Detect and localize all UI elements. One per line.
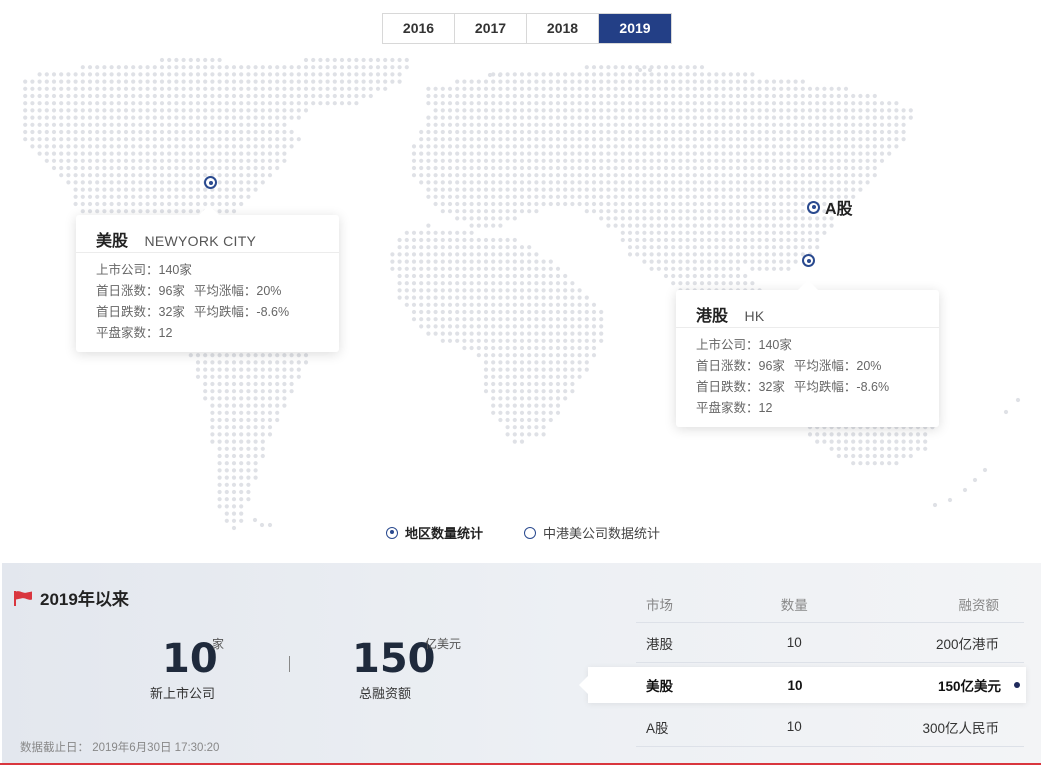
col-count: 数量 — [780, 597, 808, 613]
a-share-label: A股 — [825, 201, 853, 218]
selected-dot-icon — [1014, 682, 1020, 688]
hk-market-tooltip: 港股 HK 上市公司：140家 首日涨数：96家 平均涨幅：20% 首日跌数：32… — [676, 280, 939, 427]
year-tab-2016[interactable]: 2016 — [383, 14, 455, 43]
new-york-marker[interactable] — [204, 176, 217, 189]
data-cutoff-value: 2019年6月30日 17:30:20 — [92, 742, 220, 754]
new-listings-count: 10 — [162, 636, 218, 682]
tooltip-rise-avg: 平均涨幅：20% — [193, 284, 282, 298]
tooltip-body: 上市公司：140家 首日涨数：96家 平均涨幅：20% 首日跌数：32家 平均跌幅：… — [676, 328, 939, 427]
total-financing-caption: 总融资额 — [359, 686, 412, 701]
table-row-a-share[interactable]: A股 10 300亿人民币 — [636, 707, 1024, 747]
hong-kong-marker[interactable] — [802, 254, 815, 267]
tooltip-title: 美股 — [96, 233, 129, 250]
tooltip-city: HK — [744, 308, 765, 324]
radio-unchecked-icon — [524, 526, 536, 539]
market-table: 市场 数量 融资额 港股 10 200亿港币 美股 10 150亿美元 A股 1… — [579, 585, 1026, 747]
tooltip-body: 上市公司：140家 首日涨数：96家 平均涨幅：20% 首日跌数：32家 平均跌幅：… — [76, 253, 339, 352]
tooltip-listed: 上市公司：140家 — [96, 263, 192, 277]
flag-icon — [14, 590, 32, 606]
cell-market: A股 — [646, 720, 669, 736]
a-share-marker[interactable]: A股 — [807, 195, 853, 219]
legend-company-stats[interactable]: 中港美公司数据统计 — [524, 523, 660, 542]
radio-checked-icon — [386, 526, 398, 539]
tooltip-fall-avg: 平均跌幅：-8.6% — [793, 380, 890, 394]
new-listings-unit: 家 — [212, 637, 225, 651]
tooltip-fall-count: 首日跌数：32家 — [96, 305, 185, 319]
a-share-marker-icon — [807, 200, 820, 214]
cell-market: 港股 — [646, 636, 673, 652]
legend-company-label: 中港美公司数据统计 — [543, 526, 661, 541]
legend-region-stats[interactable]: 地区数量统计 — [386, 523, 483, 542]
tooltip-rise-avg: 平均涨幅：20% — [793, 359, 882, 373]
year-tab-2019[interactable]: 2019 — [599, 14, 671, 43]
table-header: 市场 数量 融资额 — [636, 585, 1024, 623]
tooltip-rise-count: 首日涨数：96家 — [96, 284, 185, 298]
legend-region-label: 地区数量统计 — [405, 526, 484, 541]
col-market: 市场 — [646, 597, 673, 613]
tooltip-header: 美股 NEWYORK CITY — [76, 215, 339, 253]
tooltip-title: 港股 — [696, 308, 729, 325]
cell-count: 10 — [786, 719, 802, 734]
year-tab-2018[interactable]: 2018 — [527, 14, 599, 43]
total-financing-unit: 亿美元 — [425, 637, 462, 651]
tooltip-fall-line: 首日跌数：32家 平均跌幅：-8.6% — [696, 377, 939, 398]
table-row-us[interactable]: 美股 10 150亿美元 — [579, 667, 1026, 703]
year-tab-2017[interactable]: 2017 — [455, 14, 527, 43]
total-financing-value: 150 — [352, 636, 436, 682]
data-cutoff: 数据截止日： 2019年6月30日 17:30:20 — [20, 739, 219, 755]
tooltip-rise-line: 首日涨数：96家 平均涨幅：20% — [696, 356, 939, 377]
col-amount: 融资额 — [958, 597, 1000, 613]
tooltip-flat: 平盘家数：12 — [696, 401, 773, 415]
stats-title-text: 2019年以来 — [40, 590, 129, 609]
tooltip-rise-line: 首日涨数：96家 平均涨幅：20% — [96, 281, 339, 302]
cell-amount: 150亿美元 — [937, 679, 1001, 694]
new-listings-caption: 新上市公司 — [150, 686, 216, 701]
tooltip-fall-avg: 平均跌幅：-8.6% — [193, 305, 290, 319]
data-cutoff-label: 数据截止日： — [20, 742, 89, 754]
cell-amount: 300亿人民币 — [922, 720, 999, 736]
us-market-tooltip: 美股 NEWYORK CITY 上市公司：140家 首日涨数：96家 平均涨幅：2… — [76, 205, 339, 352]
tooltip-flat: 平盘家数：12 — [96, 326, 173, 340]
cell-amount: 200亿港币 — [935, 636, 999, 652]
stats-panel: 2019年以来 10 家 新上市公司 150 亿美元 总融资额 数据截止日： 2… — [2, 563, 1041, 763]
cell-amount-wrap: 150亿美元 — [872, 675, 1026, 695]
stats-title: 2019年以来 — [13, 585, 129, 610]
year-tabs: 2016 2017 2018 2019 — [382, 13, 672, 44]
tooltip-rise-count: 首日涨数：96家 — [696, 359, 785, 373]
tooltip-listed: 上市公司：140家 — [696, 338, 792, 352]
stats-divider — [289, 656, 290, 672]
tooltip-fall-line: 首日跌数：32家 平均跌幅：-8.6% — [96, 302, 339, 323]
tooltip-header: 港股 HK — [676, 290, 939, 328]
tooltip-city: NEWYORK CITY — [144, 233, 257, 249]
table-row-hk[interactable]: 港股 10 200亿港币 — [636, 623, 1024, 663]
cell-count: 10 — [787, 677, 803, 693]
cell-count: 10 — [786, 635, 802, 650]
tooltip-fall-count: 首日跌数：32家 — [696, 380, 785, 394]
cell-market: 美股 — [646, 679, 673, 694]
